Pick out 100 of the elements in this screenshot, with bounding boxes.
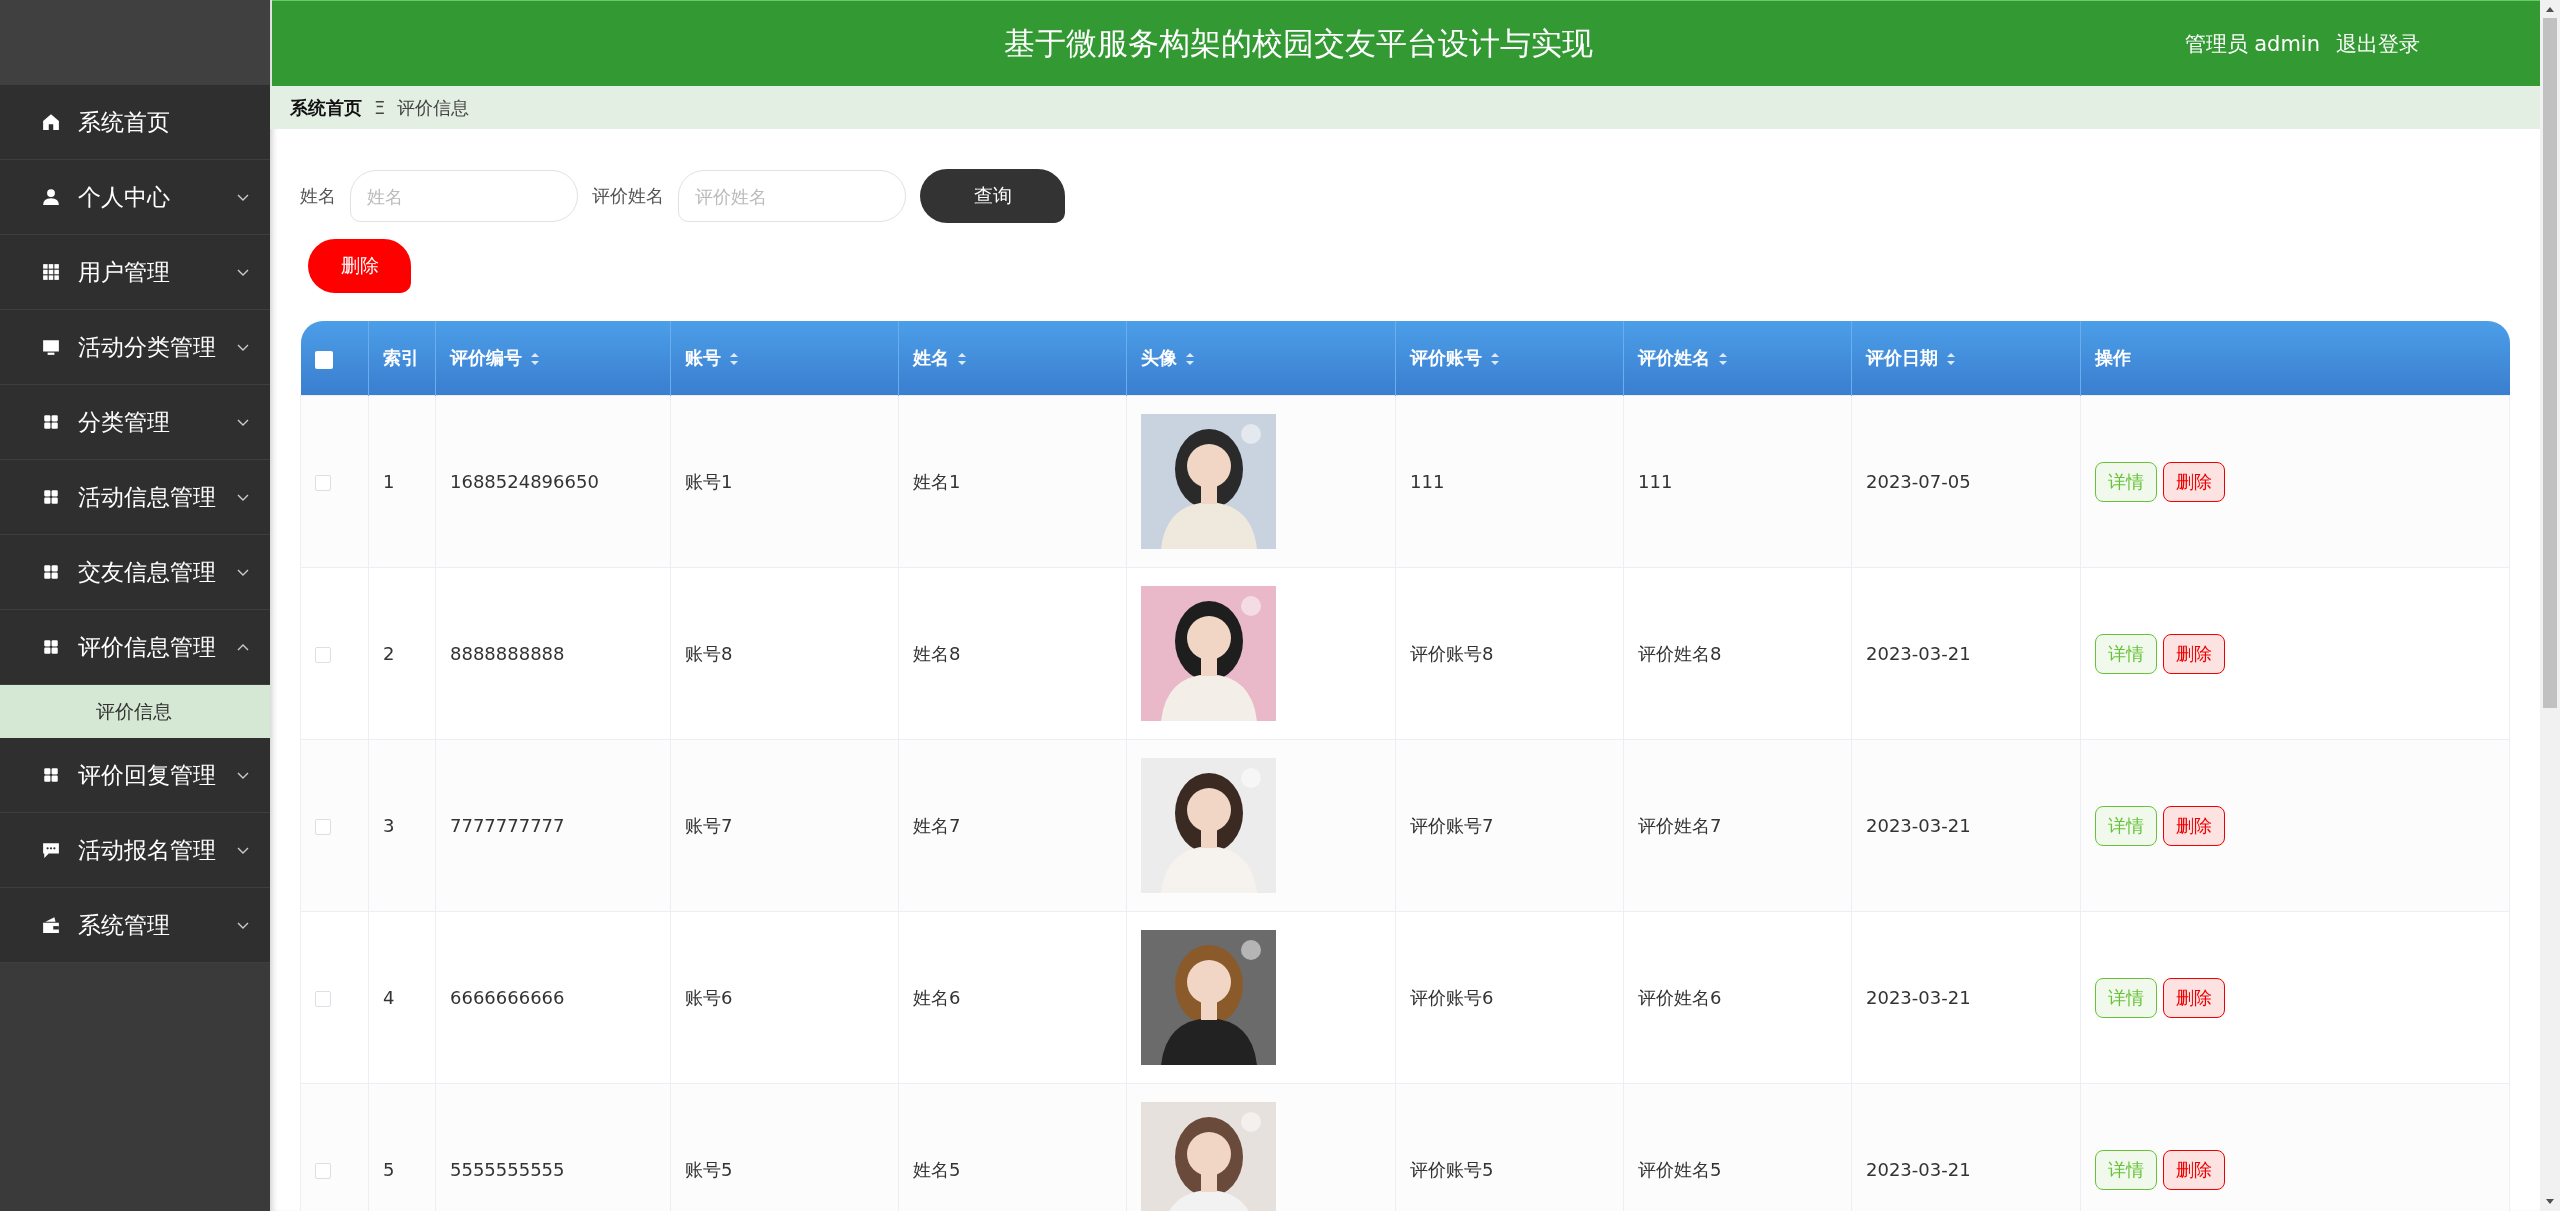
table-cell: 评价姓名7 bbox=[1623, 739, 1852, 912]
sidebar-item[interactable]: 评价回复管理 bbox=[0, 738, 270, 813]
table-cell: 账号5 bbox=[670, 1083, 899, 1211]
delete-button[interactable]: 删除 bbox=[2163, 1149, 2225, 1190]
grid-icon bbox=[42, 263, 60, 281]
table-cell: 7777777777 bbox=[435, 739, 671, 912]
column-header[interactable]: 评价姓名 bbox=[1623, 321, 1852, 396]
delete-button[interactable]: 删除 bbox=[2163, 977, 2225, 1018]
breadcrumb-link[interactable]: 系统首页 bbox=[290, 95, 362, 120]
monitor-icon bbox=[42, 338, 60, 356]
table-cell: 评价账号5 bbox=[1395, 1083, 1624, 1211]
table-cell: 账号8 bbox=[670, 567, 899, 740]
search-field[interactable]: 姓名 bbox=[350, 170, 578, 222]
scrollbar-thumb[interactable] bbox=[2543, 18, 2557, 708]
delete-button[interactable]: 删除 bbox=[2163, 805, 2225, 846]
grid-icon bbox=[42, 766, 60, 784]
column-header: 操作 bbox=[2080, 321, 2510, 396]
column-header[interactable]: 账号 bbox=[670, 321, 899, 396]
grid-icon bbox=[42, 563, 60, 581]
grid-icon bbox=[42, 413, 60, 431]
detail-button[interactable]: 详情 bbox=[2095, 805, 2157, 846]
sort-icon[interactable] bbox=[1490, 352, 1500, 366]
table-cell: 姓名8 bbox=[898, 567, 1127, 740]
column-header[interactable]: 评价日期 bbox=[1851, 321, 2081, 396]
detail-button[interactable]: 详情 bbox=[2095, 461, 2157, 502]
sidebar-item[interactable]: 活动报名管理 bbox=[0, 813, 270, 888]
table-cell: 111 bbox=[1395, 395, 1624, 568]
column-header[interactable]: 评价编号 bbox=[435, 321, 671, 396]
table-cell: 姓名1 bbox=[898, 395, 1127, 568]
table-cell: 姓名7 bbox=[898, 739, 1127, 912]
field-label: 评价姓名 bbox=[592, 184, 664, 208]
table-cell: 2 bbox=[368, 567, 436, 740]
home-icon bbox=[42, 113, 60, 131]
table-cell: 评价账号6 bbox=[1395, 911, 1624, 1084]
field-label: 姓名 bbox=[300, 184, 336, 208]
sidebar-item[interactable]: 活动分类管理 bbox=[0, 310, 270, 385]
delete-button[interactable]: 删除 bbox=[2163, 461, 2225, 502]
table-cell: 5555555555 bbox=[435, 1083, 671, 1211]
table-cell: 2023-03-21 bbox=[1851, 1083, 2081, 1211]
table-cell: 姓名5 bbox=[898, 1083, 1127, 1211]
select-all-checkbox[interactable] bbox=[314, 350, 333, 369]
breadcrumb-separator: Ξ bbox=[374, 97, 386, 118]
sort-icon[interactable] bbox=[1946, 352, 1956, 366]
table-cell: 账号6 bbox=[670, 911, 899, 1084]
detail-button[interactable]: 详情 bbox=[2095, 633, 2157, 674]
table-cell: 评价账号7 bbox=[1395, 739, 1624, 912]
sort-icon[interactable] bbox=[530, 352, 540, 366]
query-button[interactable]: 查询 bbox=[920, 169, 1065, 223]
breadcrumb-current: 评价信息 bbox=[397, 95, 470, 120]
sort-icon[interactable] bbox=[957, 352, 967, 366]
table-cell: 111 bbox=[1623, 395, 1852, 568]
row-checkbox[interactable] bbox=[315, 991, 331, 1007]
table-cell: 评价姓名6 bbox=[1623, 911, 1852, 1084]
user-label: 管理员 admin bbox=[2184, 30, 2320, 58]
table-cell: 6666666666 bbox=[435, 911, 671, 1084]
sidebar-item[interactable]: 交友信息管理 bbox=[0, 535, 270, 610]
sort-icon[interactable] bbox=[1185, 352, 1195, 366]
sidebar-item[interactable]: 评价信息管理 bbox=[0, 610, 270, 685]
sidebar-subitem[interactable]: 评价信息 bbox=[0, 685, 270, 738]
logout-link[interactable]: 退出登录 bbox=[2336, 29, 2420, 58]
row-checkbox[interactable] bbox=[315, 475, 331, 491]
sidebar-item[interactable]: 系统管理 bbox=[0, 888, 270, 963]
sort-icon[interactable] bbox=[1718, 352, 1728, 366]
column-header: 索引 bbox=[368, 321, 436, 396]
row-checkbox[interactable] bbox=[315, 819, 331, 835]
table-cell: 3 bbox=[368, 739, 436, 912]
table-cell: 1688524896650 bbox=[435, 395, 671, 568]
app-title: 基于微服务构架的校园交友平台设计与实现 bbox=[1002, 23, 1594, 63]
search-field[interactable]: 评价姓名 bbox=[678, 170, 906, 222]
chat-icon bbox=[42, 841, 60, 859]
table-cell: 评价姓名8 bbox=[1623, 567, 1852, 740]
table-cell: 8888888888 bbox=[435, 567, 671, 740]
column-header[interactable]: 头像 bbox=[1126, 321, 1396, 396]
table-cell: 账号1 bbox=[670, 395, 899, 568]
table-cell: 5 bbox=[368, 1083, 436, 1211]
table-cell: 2023-03-21 bbox=[1851, 567, 2081, 740]
table-cell: 姓名6 bbox=[898, 911, 1127, 1084]
detail-button[interactable]: 详情 bbox=[2095, 1149, 2157, 1190]
sidebar-item[interactable]: 个人中心 bbox=[0, 160, 270, 235]
column-header[interactable]: 评价账号 bbox=[1395, 321, 1624, 396]
detail-button[interactable]: 详情 bbox=[2095, 977, 2157, 1018]
user-icon bbox=[42, 188, 60, 206]
sidebar-item[interactable]: 系统首页 bbox=[0, 85, 270, 160]
delete-button[interactable]: 删除 bbox=[2163, 633, 2225, 674]
row-checkbox[interactable] bbox=[315, 1163, 331, 1179]
table-cell: 2023-03-21 bbox=[1851, 911, 2081, 1084]
grid-icon bbox=[42, 638, 60, 656]
column-header[interactable]: 姓名 bbox=[898, 321, 1127, 396]
row-checkbox[interactable] bbox=[315, 647, 331, 663]
table-cell: 2023-03-21 bbox=[1851, 739, 2081, 912]
sidebar-item[interactable]: 用户管理 bbox=[0, 235, 270, 310]
table-cell: 账号7 bbox=[670, 739, 899, 912]
delete-button[interactable]: 删除 bbox=[308, 239, 411, 293]
table-cell: 4 bbox=[368, 911, 436, 1084]
sidebar-item[interactable]: 活动信息管理 bbox=[0, 460, 270, 535]
table-cell: 1 bbox=[368, 395, 436, 568]
table-cell: 评价账号8 bbox=[1395, 567, 1624, 740]
grid-icon bbox=[42, 488, 60, 506]
sidebar-item[interactable]: 分类管理 bbox=[0, 385, 270, 460]
sort-icon[interactable] bbox=[729, 352, 739, 366]
